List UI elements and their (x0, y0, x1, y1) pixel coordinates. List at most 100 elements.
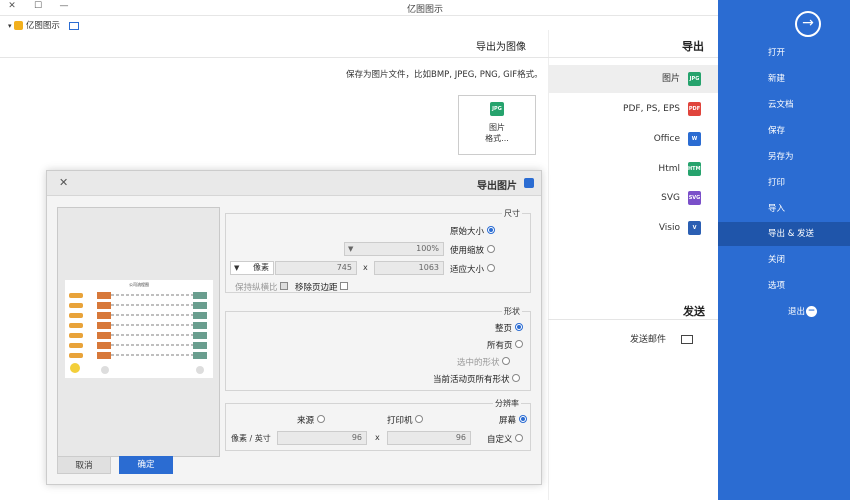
radio-button[interactable] (486, 264, 495, 272)
maximize-window-button[interactable]: ☐ (30, 1, 46, 15)
radio-button[interactable] (415, 415, 424, 423)
checkbox[interactable] (280, 282, 289, 290)
times-label: x (375, 433, 380, 442)
times-label: x (363, 263, 368, 272)
divider (0, 57, 548, 58)
radio-whole-page[interactable]: 整页 (495, 322, 523, 334)
back-icon[interactable]: → (795, 11, 821, 37)
export-item-label: Visio (658, 223, 680, 233)
radio-screen[interactable]: 屏幕 (499, 414, 527, 426)
radio-button[interactable] (512, 374, 521, 382)
radio-label: 打印机 (387, 416, 413, 426)
close-window-button[interactable]: ✕ (4, 1, 20, 15)
minimize-window-button[interactable]: — (56, 1, 72, 15)
unit-value: 像素 (253, 263, 269, 272)
sidebar-item-open[interactable]: 打开 (718, 41, 850, 65)
dialog-title: 导出图片 (477, 181, 517, 192)
sidebar-item-save-as[interactable]: 另存为 (718, 145, 850, 169)
checkbox-label: 移除页边距 (295, 283, 338, 293)
send-email-item[interactable]: 发送邮件 (630, 332, 693, 345)
panel-description: 保存为图片文件，比如BMP, JPEG, PNG, GIF格式。 (346, 70, 543, 80)
export-item-office[interactable]: W Office (548, 125, 718, 153)
radio-button[interactable] (486, 245, 495, 253)
radio-button[interactable] (486, 226, 495, 234)
preview-pane: 公司流程图 (57, 207, 220, 457)
flowchart-thumbnail (69, 292, 207, 374)
radio-button[interactable] (515, 434, 524, 442)
card-sublabel: 格式... (485, 134, 509, 143)
shape-label: 形状 (502, 306, 522, 317)
radio-all-pages[interactable]: 所有页 (487, 339, 524, 351)
radio-source[interactable]: 来源 (297, 414, 325, 426)
image-format-card[interactable]: JPG 图片 格式... (458, 95, 536, 155)
sidebar-item-print[interactable]: 打印 (718, 171, 850, 195)
panel-title: 导出为图像 (476, 42, 526, 53)
sidebar-item-exit[interactable]: 退出 (718, 300, 850, 324)
radio-button[interactable] (502, 357, 511, 365)
radio-selected-shapes[interactable]: 选中的形状 (457, 356, 511, 368)
export-item-image[interactable]: JPG 图片 (548, 65, 718, 93)
radio-button[interactable] (514, 323, 523, 331)
jpg-icon: JPG (490, 102, 504, 116)
close-icon[interactable]: ✕ (59, 176, 68, 189)
exit-icon: − (806, 306, 817, 317)
cancel-button[interactable]: 取消 (57, 456, 111, 474)
sidebar-item-import[interactable]: 导入 (718, 197, 850, 221)
radio-label: 屏幕 (499, 416, 517, 426)
export-item-label: PDF, PS, EPS (623, 104, 680, 114)
export-item-html[interactable]: HTML Html (548, 155, 718, 183)
width-input[interactable]: 1063 (374, 261, 444, 275)
radio-original-size[interactable]: 原始大小 (450, 225, 495, 237)
checkbox-remove-margin[interactable]: 移除页边距 (295, 281, 349, 293)
export-item-pdf[interactable]: PDF PDF, PS, EPS (548, 95, 718, 123)
export-item-label: 图片 (661, 74, 680, 84)
export-heading: 导出 (682, 40, 704, 53)
ok-button[interactable]: 确定 (119, 456, 173, 474)
sidebar-item-new[interactable]: 新建 (718, 67, 850, 91)
radio-label: 使用缩放 (450, 246, 485, 256)
checkbox[interactable] (340, 282, 349, 290)
checkbox-keep-ratio[interactable]: 保持纵横比 (235, 281, 289, 293)
radio-button[interactable] (518, 415, 527, 423)
visio-icon: V (688, 221, 701, 235)
radio-label: 原始大小 (450, 227, 485, 237)
radio-current-page-shapes[interactable]: 当前活动页所有形状 (433, 373, 521, 385)
radio-fit-size[interactable]: 适应大小 (450, 263, 495, 275)
export-item-label: Html (658, 164, 680, 174)
checkbox-label: 保持纵横比 (235, 283, 278, 293)
resolution-label: 分辨率 (493, 398, 521, 409)
word-icon: W (688, 132, 701, 146)
send-email-label: 发送邮件 (630, 335, 667, 345)
export-item-visio[interactable]: V Visio (548, 214, 718, 242)
radio-printer[interactable]: 打印机 (387, 414, 424, 426)
radio-use-scale[interactable]: 使用缩放 (450, 244, 495, 256)
sidebar-item-options[interactable]: 选项 (718, 274, 850, 298)
scale-value: 100% (416, 244, 439, 253)
svg-icon: SVG (688, 191, 701, 205)
export-item-svg[interactable]: SVG SVG (548, 184, 718, 212)
sidebar-item-export-send[interactable]: 导出 & 发送 (718, 222, 850, 246)
radio-custom[interactable]: 自定义 (487, 433, 524, 445)
export-item-label: Office (653, 134, 680, 144)
radio-label: 自定义 (487, 435, 513, 445)
sidebar-item-close[interactable]: 关闭 (718, 248, 850, 272)
radio-label: 整页 (495, 324, 513, 334)
diamond-icon (14, 21, 24, 30)
divider (548, 57, 718, 58)
radio-button[interactable] (316, 415, 325, 423)
dropdown-arrow-icon[interactable]: ▾ (8, 22, 12, 30)
quick-access-bar (0, 16, 718, 30)
dpi-y-input[interactable]: 96 (277, 431, 367, 445)
radio-label: 当前活动页所有形状 (433, 375, 510, 385)
unit-select[interactable]: 像素 ▼ (230, 261, 274, 275)
sidebar-item-save[interactable]: 保存 (718, 119, 850, 143)
scale-select[interactable]: 100% ▼ (344, 242, 444, 256)
card-label: 图片 (489, 123, 505, 132)
radio-button[interactable] (515, 340, 524, 348)
height-input[interactable]: 745 (275, 261, 357, 275)
sidebar-item-cloud[interactable]: 云文档 (718, 93, 850, 117)
share-icon[interactable] (68, 21, 79, 30)
email-icon (680, 335, 693, 344)
dpi-x-input[interactable]: 96 (387, 431, 471, 445)
resolution-group (225, 403, 531, 451)
